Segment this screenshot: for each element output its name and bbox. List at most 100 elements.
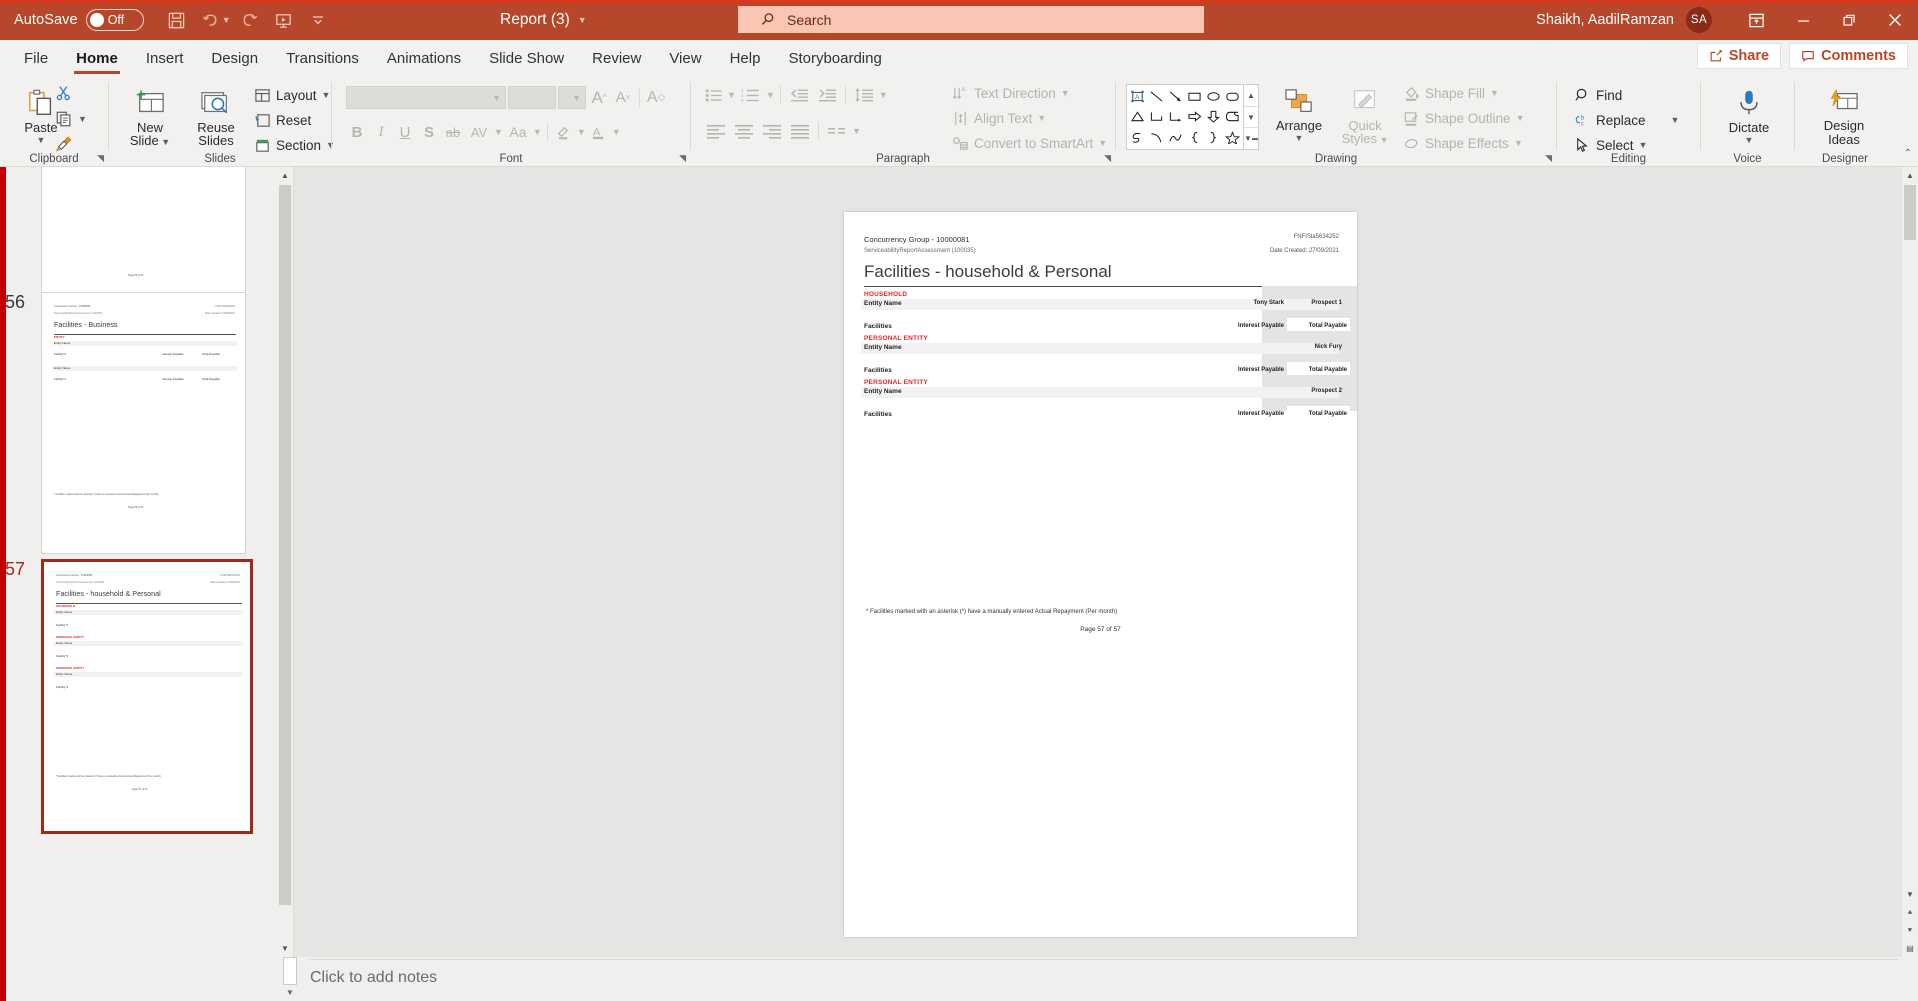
text-shadow-button[interactable]: S bbox=[418, 121, 440, 143]
document-title[interactable]: Report (3) ▼ bbox=[500, 0, 587, 40]
arrange-caret-icon[interactable]: ▼ bbox=[1295, 133, 1304, 143]
flowchart-shape[interactable] bbox=[1223, 107, 1242, 128]
strikethrough-button[interactable]: ab bbox=[442, 121, 464, 143]
shapes-scroll-down-icon[interactable]: ▼ bbox=[1244, 107, 1258, 129]
font-size-input[interactable] bbox=[508, 86, 556, 109]
share-button[interactable]: Share bbox=[1696, 43, 1782, 69]
tab-help[interactable]: Help bbox=[716, 42, 775, 74]
start-presentation-icon[interactable] bbox=[267, 3, 301, 37]
shapes-scroll-up-icon[interactable]: ▲ bbox=[1244, 85, 1258, 107]
thumbnail-item-56[interactable]: Concurrency Group - 10000081 Serviceabil… bbox=[41, 292, 246, 554]
tab-transitions[interactable]: Transitions bbox=[272, 42, 373, 74]
restore-icon[interactable] bbox=[1826, 0, 1872, 40]
new-slide-scroll-icon[interactable]: ▤ bbox=[1902, 940, 1918, 957]
align-left-icon[interactable] bbox=[703, 120, 729, 142]
font-name-caret-icon[interactable]: ▼ bbox=[492, 93, 501, 103]
font-color-icon[interactable]: A bbox=[588, 121, 610, 143]
scroll-down-icon[interactable]: ▼ bbox=[1902, 886, 1918, 903]
thumbnail-scroll-thumb[interactable] bbox=[279, 185, 291, 905]
search-box[interactable]: Search bbox=[738, 6, 1204, 33]
elbow-connector-shape[interactable] bbox=[1147, 107, 1166, 128]
change-case-caret-icon[interactable]: ▼ bbox=[533, 127, 542, 137]
notes-scroll-track[interactable] bbox=[283, 957, 297, 985]
thumbnail-item-57[interactable]: Concurrency Group - 10000081 Serviceabil… bbox=[41, 559, 253, 834]
copy-caret-icon[interactable]: ▼ bbox=[78, 114, 87, 124]
shapes-gallery-scrollbar[interactable]: ▲ ▼ ▼ ▬ bbox=[1244, 84, 1259, 150]
scroll-up-icon[interactable]: ▲ bbox=[1902, 167, 1918, 184]
bullets-icon[interactable] bbox=[703, 84, 725, 106]
font-size-caret-box[interactable]: ▼ bbox=[558, 86, 586, 109]
layout-button[interactable]: Layout ▼ bbox=[251, 84, 333, 106]
undo-icon[interactable] bbox=[194, 3, 228, 37]
shape-effects-caret-icon[interactable]: ▼ bbox=[1514, 138, 1523, 148]
font-color-caret-icon[interactable]: ▼ bbox=[612, 127, 621, 137]
tab-insert[interactable]: Insert bbox=[132, 42, 198, 74]
font-name-input[interactable]: ▼ bbox=[346, 86, 506, 109]
tab-file[interactable]: File bbox=[10, 42, 62, 74]
design-ideas-button[interactable]: Design Ideas bbox=[1813, 82, 1875, 147]
document-title-caret-icon[interactable]: ▼ bbox=[578, 15, 587, 25]
rounded-rectangle-shape[interactable] bbox=[1223, 86, 1242, 107]
ribbon-display-options-icon[interactable] bbox=[1732, 0, 1780, 40]
increase-indent-icon[interactable] bbox=[814, 84, 840, 106]
oval-shape[interactable] bbox=[1204, 86, 1223, 107]
quick-styles-caret-icon[interactable]: ▼ bbox=[1377, 135, 1388, 145]
new-slide-button[interactable]: New Slide ▼ bbox=[119, 82, 181, 149]
align-right-icon[interactable] bbox=[759, 120, 785, 142]
align-text-caret-icon[interactable]: ▼ bbox=[1037, 113, 1046, 123]
line-shape[interactable] bbox=[1147, 86, 1166, 107]
arrange-button[interactable]: Arrange ▼ bbox=[1268, 82, 1330, 143]
notes-placeholder[interactable]: Click to add notes bbox=[310, 969, 437, 987]
collapse-ribbon-icon[interactable]: ⌃ bbox=[1904, 148, 1912, 159]
align-text-button[interactable]: Align Text ▼ bbox=[949, 107, 1049, 129]
redo-icon[interactable] bbox=[233, 3, 267, 37]
tab-storyboarding[interactable]: Storyboarding bbox=[774, 42, 895, 74]
align-center-icon[interactable] bbox=[731, 120, 757, 142]
comments-button[interactable]: Comments bbox=[1789, 43, 1908, 69]
thumbnail-card-57[interactable]: Concurrency Group - 10000081 Serviceabil… bbox=[41, 559, 253, 834]
numbering-icon[interactable]: 123 bbox=[738, 84, 764, 106]
shape-outline-button[interactable]: Shape Outline ▼ bbox=[1400, 107, 1527, 129]
dictate-button[interactable]: Dictate ▼ bbox=[1718, 82, 1780, 145]
thumbnail-scroll-up-icon[interactable]: ▲ bbox=[277, 167, 293, 184]
thumbnail-card-56[interactable]: Concurrency Group - 10000081 Serviceabil… bbox=[41, 292, 246, 554]
columns-caret-icon[interactable]: ▼ bbox=[852, 126, 861, 136]
shape-fill-button[interactable]: Shape Fill ▼ bbox=[1400, 82, 1502, 104]
paste-caret-icon[interactable]: ▼ bbox=[37, 135, 46, 145]
drawing-dialog-launcher[interactable]: ◥ bbox=[1545, 153, 1552, 164]
find-button[interactable]: Find bbox=[1571, 84, 1625, 106]
font-dialog-launcher[interactable]: ◥ bbox=[679, 153, 686, 164]
reuse-slides-button[interactable]: Reuse Slides bbox=[185, 82, 247, 147]
main-vertical-scrollbar[interactable]: ▲ ▼ ⯅ ⯆ ▤ bbox=[1902, 167, 1918, 957]
italic-button[interactable]: I bbox=[370, 121, 392, 143]
decrease-font-size-button[interactable]: A ˅ bbox=[612, 87, 634, 109]
textbox-shape[interactable]: A bbox=[1128, 86, 1147, 107]
tab-design[interactable]: Design bbox=[197, 42, 272, 74]
shapes-more-icon[interactable]: ▼ ▬ bbox=[1244, 128, 1258, 149]
rectangle-shape[interactable] bbox=[1185, 86, 1204, 107]
scroll-thumb[interactable] bbox=[1904, 185, 1916, 240]
tab-home[interactable]: Home bbox=[62, 42, 132, 74]
previous-slide-icon[interactable]: ⯅ bbox=[1902, 904, 1918, 921]
numbering-caret-icon[interactable]: ▼ bbox=[766, 90, 775, 100]
arrow-shape[interactable] bbox=[1166, 86, 1185, 107]
line-spacing-icon[interactable] bbox=[851, 84, 877, 106]
star-shape[interactable] bbox=[1223, 127, 1242, 148]
scribble-shape[interactable] bbox=[1128, 127, 1147, 148]
notes-pane[interactable]: Click to add notes ▼ bbox=[0, 957, 1918, 1001]
paragraph-dialog-launcher[interactable]: ◥ bbox=[1104, 153, 1111, 164]
tab-view[interactable]: View bbox=[655, 42, 715, 74]
arc-shape[interactable] bbox=[1166, 127, 1185, 148]
minimize-icon[interactable] bbox=[1780, 0, 1826, 40]
customize-quick-access-icon[interactable] bbox=[301, 3, 335, 37]
curve-shape[interactable] bbox=[1147, 127, 1166, 148]
save-icon[interactable] bbox=[160, 3, 194, 37]
columns-icon[interactable] bbox=[824, 120, 850, 142]
right-brace-shape[interactable] bbox=[1204, 127, 1223, 148]
tab-animations[interactable]: Animations bbox=[373, 42, 475, 74]
highlight-caret-icon[interactable]: ▼ bbox=[577, 127, 586, 137]
change-case-button[interactable]: Aa bbox=[505, 121, 531, 143]
shape-effects-button[interactable]: Shape Effects ▼ bbox=[1400, 132, 1526, 154]
shape-fill-caret-icon[interactable]: ▼ bbox=[1490, 88, 1499, 98]
replace-caret-icon[interactable]: ▼ bbox=[1671, 115, 1680, 125]
